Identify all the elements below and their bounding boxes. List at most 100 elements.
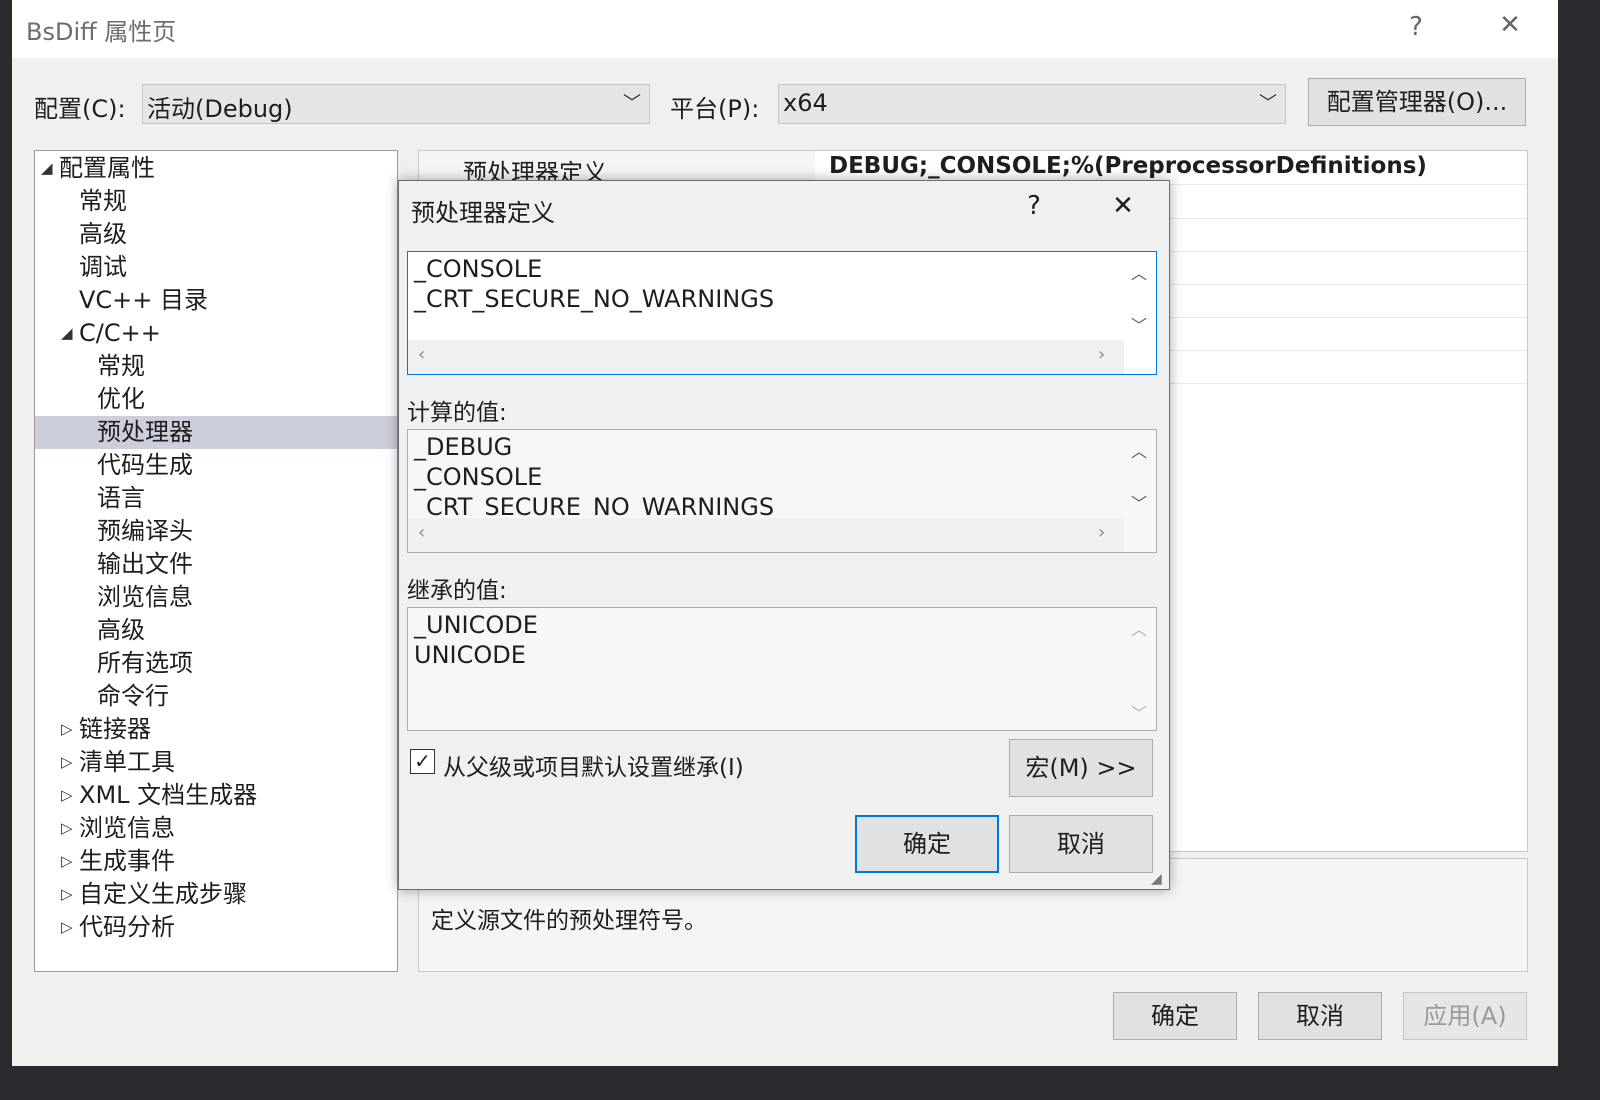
horizontal-scrollbar[interactable]: ‹ ›	[408, 518, 1124, 552]
tree-item-label: 常规	[79, 187, 127, 215]
tree-item-label: 高级	[79, 220, 127, 248]
definitions-edit-box[interactable]: _CONSOLE _CRT_SECURE_NO_WARNINGS ︿ ﹀ ‹ ›	[407, 251, 1157, 375]
inherit-checkbox-label[interactable]: 从父级或项目默认设置继承(I)	[443, 748, 744, 782]
tree-item-label: 预编译头	[97, 517, 193, 545]
dialog-close-button[interactable]: ✕	[1105, 191, 1141, 221]
window-title: BsDiff 属性页	[26, 18, 177, 46]
tree-item-all-options[interactable]: 所有选项	[35, 647, 397, 680]
tree-item-preprocessor[interactable]: 预处理器	[35, 416, 397, 449]
platform-value: x64	[783, 89, 828, 117]
tree-item-label: 配置属性	[59, 154, 155, 182]
tree-item-browse-info[interactable]: 浏览信息	[35, 581, 397, 614]
tree-item-label: 所有选项	[97, 649, 193, 677]
tree-item-language[interactable]: 语言	[35, 482, 397, 515]
expand-triangle-icon[interactable]: ▷	[61, 878, 73, 911]
close-button[interactable]: ✕	[1488, 10, 1532, 40]
tree-item-label: 语言	[97, 484, 145, 512]
tree-item-label: 常规	[97, 352, 145, 380]
macros-button[interactable]: 宏(M) >>	[1009, 739, 1153, 797]
scroll-up-icon[interactable]: ︿	[1122, 438, 1156, 462]
chevron-down-icon: ﹀	[623, 93, 641, 114]
tree-item-label: 高级	[97, 616, 145, 644]
tree-item-code-analysis[interactable]: ▷ 代码分析	[35, 911, 397, 944]
tree-item-command-line[interactable]: 命令行	[35, 680, 397, 713]
tree-item-vc-directories[interactable]: VC++ 目录	[35, 284, 397, 317]
tree-item-optimization[interactable]: 优化	[35, 383, 397, 416]
expand-triangle-icon[interactable]: ▷	[61, 779, 73, 812]
inherited-values-box[interactable]: _UNICODE UNICODE ︿ ﹀	[407, 607, 1157, 731]
tree-item-advanced[interactable]: 高级	[35, 218, 397, 251]
chevron-down-icon: ﹀	[1259, 93, 1277, 114]
tree-item-linker[interactable]: ▷ 链接器	[35, 713, 397, 746]
scroll-down-icon[interactable]: ﹀	[1122, 700, 1156, 724]
tree-item-label: 命令行	[97, 682, 169, 710]
collapse-triangle-icon[interactable]: ◢	[41, 152, 53, 185]
property-value[interactable]: DEBUG;_CONSOLE;%(PreprocessorDefinitions…	[829, 153, 1427, 179]
tree-item-label: 输出文件	[97, 550, 193, 578]
tree-item-label: 代码分析	[79, 913, 175, 941]
tree-item-label: 自定义生成步骤	[79, 880, 247, 908]
expand-triangle-icon[interactable]: ▷	[61, 746, 73, 779]
tree-item-code-generation[interactable]: 代码生成	[35, 449, 397, 482]
tree-item-label: XML 文档生成器	[79, 781, 258, 809]
tree-item-cpp-advanced[interactable]: 高级	[35, 614, 397, 647]
expand-triangle-icon[interactable]: ▷	[61, 713, 73, 746]
scroll-right-icon[interactable]: ›	[1098, 522, 1105, 543]
platform-label: 平台(P):	[670, 95, 760, 123]
tree-item-precompiled-headers[interactable]: 预编译头	[35, 515, 397, 548]
config-combobox[interactable]: 活动(Debug) ﹀	[142, 84, 650, 124]
inherited-values-text: _UNICODE UNICODE	[414, 611, 538, 669]
property-tree[interactable]: ◢ 配置属性 常规 高级 调试 VC++ 目录 ◢ C/C++ 常规 优化 预处理器…	[34, 150, 398, 972]
config-manager-button[interactable]: 配置管理器(O)...	[1308, 78, 1526, 126]
tree-item-label: 生成事件	[79, 847, 175, 875]
scroll-left-icon[interactable]: ‹	[418, 522, 425, 543]
inherited-values-label: 继承的值:	[407, 578, 507, 604]
tree-item-label: C/C++	[79, 319, 161, 347]
tree-item-custom-build-step[interactable]: ▷ 自定义生成步骤	[35, 878, 397, 911]
computed-values-box[interactable]: _DEBUG _CONSOLE _CRT_SECURE_NO_WARNINGS …	[407, 429, 1157, 553]
title-bar: BsDiff 属性页 ? ✕	[12, 0, 1558, 58]
scroll-right-icon[interactable]: ›	[1098, 344, 1105, 365]
expand-triangle-icon[interactable]: ▷	[61, 812, 73, 845]
dialog-title: 预处理器定义	[411, 199, 555, 227]
tree-item-manifest-tool[interactable]: ▷ 清单工具	[35, 746, 397, 779]
tree-item-build-events[interactable]: ▷ 生成事件	[35, 845, 397, 878]
tree-item-browse-info-2[interactable]: ▷ 浏览信息	[35, 812, 397, 845]
apply-button[interactable]: 应用(A)	[1403, 992, 1527, 1040]
resize-grip-icon[interactable]: ◢	[1151, 871, 1162, 887]
tree-item-label: 浏览信息	[97, 583, 193, 611]
scroll-up-icon[interactable]: ︿	[1122, 260, 1156, 284]
dialog-cancel-button[interactable]: 取消	[1009, 815, 1153, 873]
expand-triangle-icon[interactable]: ▷	[61, 845, 73, 878]
scroll-down-icon[interactable]: ﹀	[1122, 490, 1156, 514]
ok-button[interactable]: 确定	[1113, 992, 1237, 1040]
scroll-up-icon[interactable]: ︿	[1122, 616, 1156, 640]
help-button[interactable]: ?	[1396, 12, 1436, 42]
cancel-button[interactable]: 取消	[1258, 992, 1382, 1040]
horizontal-scrollbar[interactable]: ‹ ›	[408, 340, 1124, 374]
preprocessor-definitions-dialog: 预处理器定义 ? ✕ _CONSOLE _CRT_SECURE_NO_WARNI…	[398, 180, 1170, 890]
definitions-text[interactable]: _CONSOLE _CRT_SECURE_NO_WARNINGS	[414, 254, 774, 314]
dialog-help-button[interactable]: ?	[1019, 191, 1049, 221]
tree-item-label: 浏览信息	[79, 814, 175, 842]
expand-triangle-icon[interactable]: ▷	[61, 911, 73, 944]
tree-item-label: 代码生成	[97, 451, 193, 479]
tree-item-cpp[interactable]: ◢ C/C++	[35, 317, 397, 350]
tree-item-debugging[interactable]: 调试	[35, 251, 397, 284]
tree-item-output-files[interactable]: 输出文件	[35, 548, 397, 581]
tree-item-label: 优化	[97, 385, 145, 413]
computed-values-text: _DEBUG _CONSOLE _CRT_SECURE_NO_WARNINGS	[414, 433, 775, 521]
scroll-down-icon[interactable]: ﹀	[1122, 312, 1156, 336]
tree-item-label: 调试	[79, 253, 127, 281]
config-label: 配置(C):	[34, 95, 126, 123]
tree-item-label: VC++ 目录	[79, 286, 209, 314]
collapse-triangle-icon[interactable]: ◢	[61, 317, 73, 350]
platform-combobox[interactable]: x64 ﹀	[778, 84, 1286, 124]
dialog-ok-button[interactable]: 确定	[855, 815, 999, 873]
tree-item-config-properties[interactable]: ◢ 配置属性	[35, 152, 397, 185]
tree-item-xml-doc-generator[interactable]: ▷ XML 文档生成器	[35, 779, 397, 812]
tree-item-cpp-general[interactable]: 常规	[35, 350, 397, 383]
scroll-left-icon[interactable]: ‹	[418, 344, 425, 365]
tree-item-general[interactable]: 常规	[35, 185, 397, 218]
inherit-checkbox[interactable]: ✓	[410, 749, 435, 774]
